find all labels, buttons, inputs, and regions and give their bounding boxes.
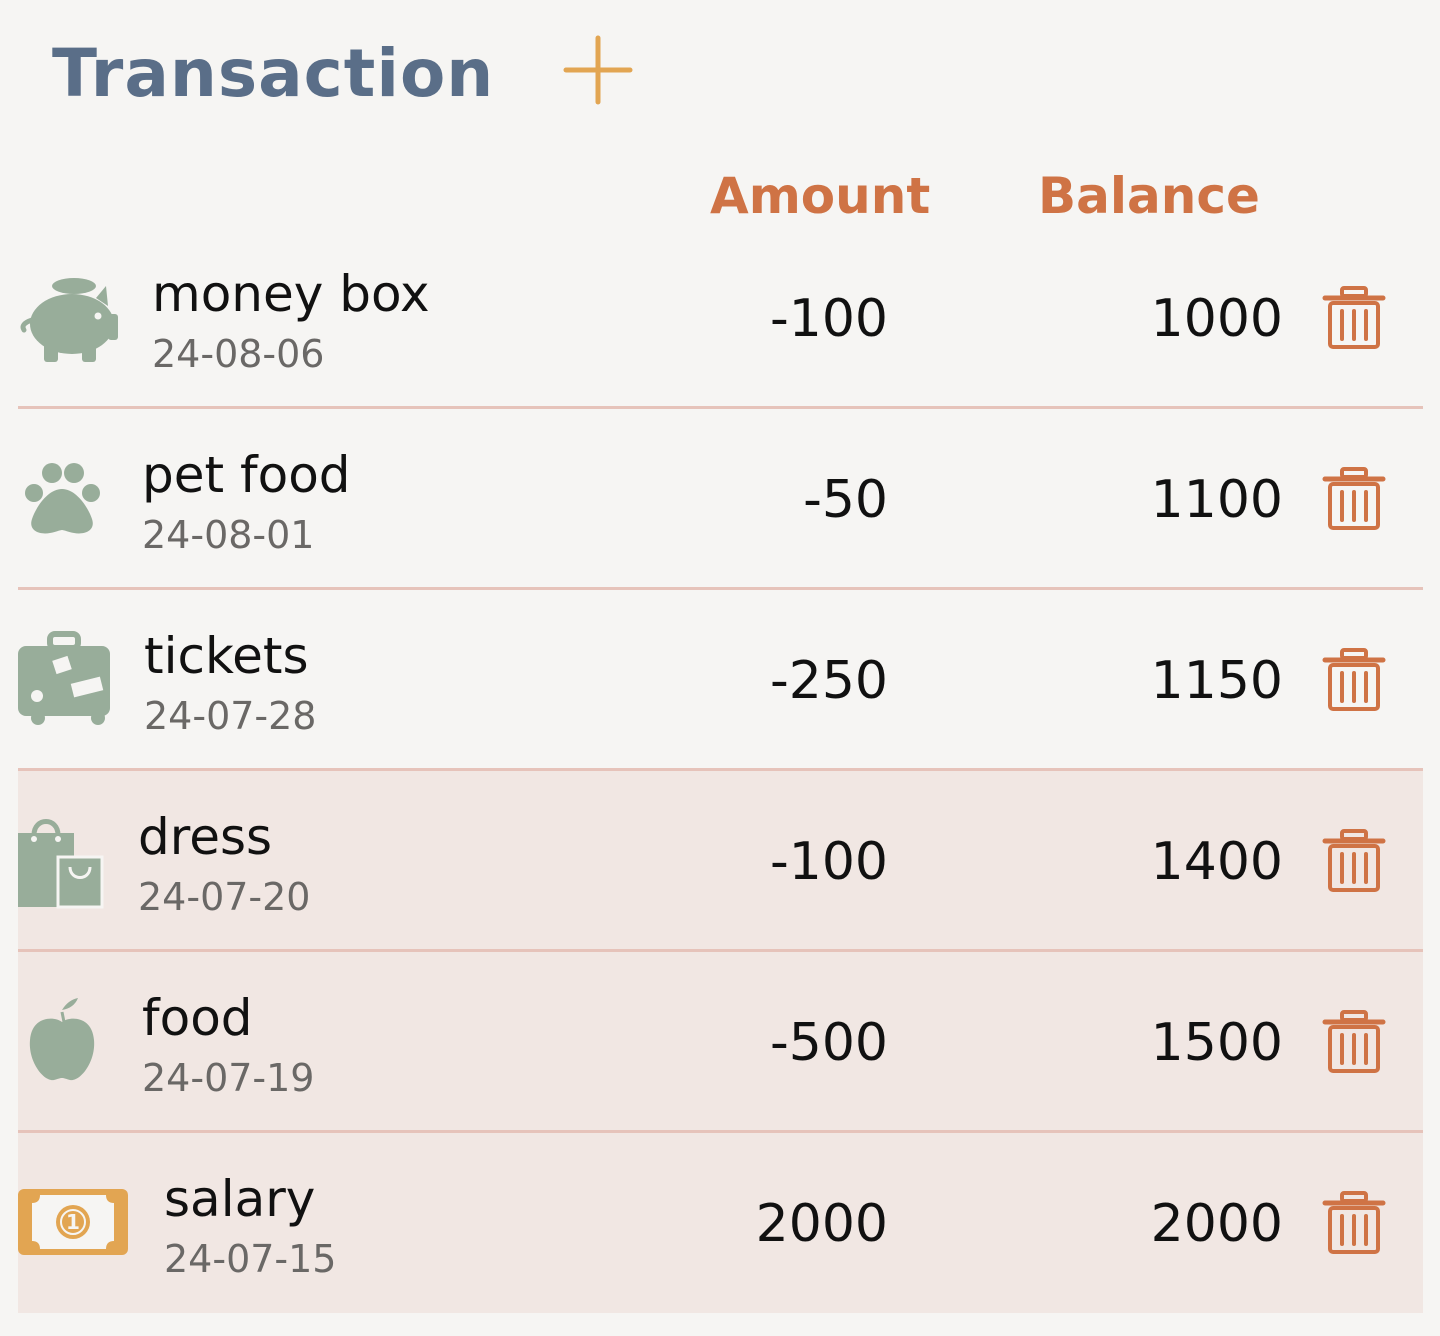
- transaction-name: salary: [164, 1170, 316, 1228]
- delete-button[interactable]: [1321, 1190, 1387, 1256]
- transaction-date: 24-07-20: [138, 875, 311, 919]
- suitcase-icon: [18, 630, 128, 730]
- transaction-row[interactable]: dress 24-07-20 -100 1400: [18, 771, 1423, 952]
- piggy-bank-icon: [18, 268, 128, 368]
- transaction-row[interactable]: 1 salary 24-07-15 2000 2000: [18, 1133, 1423, 1313]
- plus-icon: [563, 35, 633, 105]
- transaction-date: 24-07-15: [164, 1237, 337, 1281]
- transaction-name: dress: [138, 808, 273, 866]
- transaction-date: 24-07-19: [142, 1056, 315, 1100]
- transaction-amount: -100: [769, 289, 888, 349]
- trash-icon: [1322, 648, 1386, 711]
- transaction-list: money box 24-08-06 -100 1000 pet food 24…: [18, 228, 1423, 1313]
- trash-icon: [1322, 467, 1386, 530]
- transaction-date: 24-08-01: [142, 513, 315, 557]
- add-transaction-button[interactable]: [562, 34, 634, 106]
- transaction-amount: -100: [769, 832, 888, 892]
- trash-icon: [1322, 1010, 1386, 1073]
- transaction-balance: 1100: [1150, 470, 1283, 530]
- transaction-balance: 1000: [1150, 289, 1283, 349]
- trash-icon: [1322, 286, 1386, 349]
- transaction-amount: -500: [769, 1013, 888, 1073]
- transaction-row[interactable]: tickets 24-07-28 -250 1150: [18, 590, 1423, 771]
- transaction-amount: 2000: [755, 1194, 888, 1254]
- transaction-balance: 1150: [1150, 651, 1283, 711]
- transaction-row[interactable]: food 24-07-19 -500 1500: [18, 952, 1423, 1133]
- page-title: Transaction: [52, 35, 495, 112]
- balance-column-header: Balance: [1038, 167, 1260, 225]
- transaction-amount: -250: [769, 651, 888, 711]
- transaction-name: tickets: [144, 627, 309, 685]
- transaction-date: 24-08-06: [152, 332, 325, 376]
- transaction-name: food: [142, 989, 253, 1047]
- delete-button[interactable]: [1321, 647, 1387, 713]
- paw-icon: [18, 449, 128, 549]
- apple-icon: [18, 992, 128, 1092]
- transaction-row[interactable]: money box 24-08-06 -100 1000: [18, 228, 1423, 409]
- delete-button[interactable]: [1321, 285, 1387, 351]
- trash-icon: [1322, 1191, 1386, 1254]
- transaction-page: Transaction Amount Balance money box 24-…: [0, 0, 1440, 1336]
- amount-column-header: Amount: [710, 167, 931, 225]
- shopping-bags-icon: [18, 811, 128, 911]
- delete-button[interactable]: [1321, 828, 1387, 894]
- transaction-amount: -50: [803, 470, 888, 530]
- transaction-name: money box: [152, 265, 430, 323]
- transaction-balance: 2000: [1150, 1194, 1283, 1254]
- transaction-balance: 1500: [1150, 1013, 1283, 1073]
- transaction-row[interactable]: pet food 24-08-01 -50 1100: [18, 409, 1423, 590]
- transaction-balance: 1400: [1150, 832, 1283, 892]
- delete-button[interactable]: [1321, 466, 1387, 532]
- svg-text:1: 1: [66, 1210, 80, 1234]
- transaction-date: 24-07-28: [144, 694, 317, 738]
- trash-icon: [1322, 829, 1386, 892]
- transaction-name: pet food: [142, 446, 351, 504]
- banknote-icon: 1: [18, 1173, 128, 1273]
- delete-button[interactable]: [1321, 1009, 1387, 1075]
